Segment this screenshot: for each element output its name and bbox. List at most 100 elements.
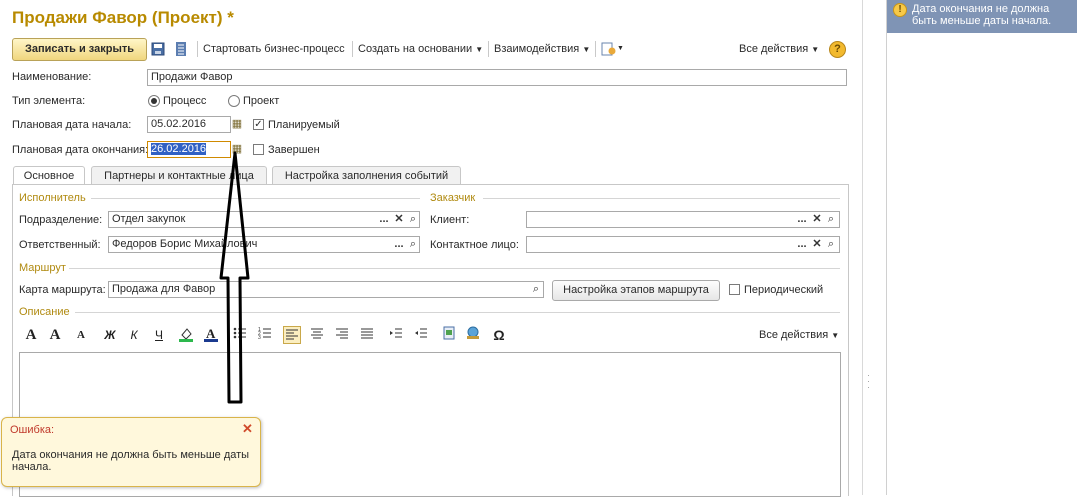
all-actions-label: Все действия <box>739 43 809 55</box>
search-icon[interactable]: ⌕ <box>824 237 838 252</box>
help-icon[interactable]: ? <box>829 41 846 58</box>
contact-label: Контактное лицо: <box>430 239 519 251</box>
indent-icon[interactable] <box>387 326 405 344</box>
clear-icon[interactable]: ✕ <box>392 212 406 227</box>
start-date-label: Плановая дата начала: <box>12 119 132 131</box>
client-label: Клиент: <box>430 214 470 226</box>
error-popup: Ошибка: ✕ Дата окончания не должна быть … <box>1 417 261 487</box>
create-based-label: Создать на основании <box>358 43 473 55</box>
toolbar-separator <box>488 41 489 57</box>
error-title: Ошибка: <box>10 424 55 436</box>
select-button[interactable]: ... <box>795 237 809 252</box>
radio-project-label: Проект <box>243 95 280 107</box>
font-decrease-icon[interactable]: A <box>72 326 90 344</box>
align-right-icon[interactable] <box>333 326 351 344</box>
editor-all-actions-label: Все действия <box>759 329 829 341</box>
chevron-down-icon: ▼ <box>475 45 484 54</box>
name-field[interactable]: Продажи Фавор <box>147 69 847 86</box>
end-date-label: Плановая дата окончания: <box>12 144 149 156</box>
pane-divider <box>862 0 863 495</box>
section-line <box>69 268 840 269</box>
periodic-label: Периодический <box>744 284 824 296</box>
search-icon[interactable]: ⌕ <box>406 212 420 227</box>
radio-project[interactable] <box>228 95 240 107</box>
route-stages-button[interactable]: Настройка этапов маршрута <box>552 280 720 301</box>
insert-link-icon[interactable] <box>464 326 482 344</box>
periodic-checkbox[interactable] <box>729 284 740 295</box>
start-process-button[interactable]: Стартовать бизнес-процесс <box>203 39 345 59</box>
search-icon[interactable]: ⌕ <box>406 237 420 252</box>
message-item[interactable]: ! Дата окончания не должна быть меньше д… <box>887 0 1077 33</box>
create-based-button[interactable]: Создать на основании ▼ <box>358 39 483 59</box>
end-date-value: 26.02.2016 <box>151 143 207 155</box>
select-button[interactable]: ... <box>377 212 391 227</box>
toolbar-separator <box>595 41 596 57</box>
calendar-icon[interactable]: ▦ <box>230 117 244 132</box>
save-and-close-button[interactable]: Записать и закрыть <box>12 38 147 61</box>
responsible-label: Ответственный: <box>19 239 101 251</box>
department-label: Подразделение: <box>19 214 103 226</box>
executor-section: Исполнитель <box>19 192 86 204</box>
message-text: Дата окончания не должна быть меньше дат… <box>912 3 1052 27</box>
italic-icon[interactable]: К <box>125 326 143 344</box>
tab-main[interactable]: Основное <box>13 166 85 186</box>
editor-all-actions-button[interactable]: Все действия ▼ <box>759 325 839 345</box>
radio-process-label: Процесс <box>163 95 207 107</box>
clear-icon[interactable]: ✕ <box>810 237 824 252</box>
route-field[interactable]: Продажа для Фавор <box>108 281 544 298</box>
align-center-icon[interactable] <box>308 326 326 344</box>
font-icon[interactable]: A <box>22 326 40 344</box>
chevron-down-icon: ▼ <box>582 45 591 54</box>
radio-process[interactable] <box>148 95 160 107</box>
special-char-icon[interactable]: Ω <box>490 326 508 344</box>
planned-checkbox[interactable]: ✓ <box>253 119 264 130</box>
search-icon[interactable]: ⌕ <box>529 282 543 297</box>
chevron-down-icon: ▼ <box>811 45 820 54</box>
chevron-down-icon: ▼ <box>831 331 840 340</box>
start-date-field[interactable]: 05.02.2016 <box>147 116 231 133</box>
select-button[interactable]: ... <box>392 237 406 252</box>
insert-image-icon[interactable] <box>440 326 458 344</box>
toolbar-separator <box>197 41 198 57</box>
planned-label: Планируемый <box>268 119 340 131</box>
interactions-button[interactable]: Взаимодействия ▼ <box>494 39 590 59</box>
form-title: Продажи Фавор (Проект) * <box>12 8 234 27</box>
client-field[interactable] <box>526 211 840 228</box>
clear-icon[interactable]: ✕ <box>810 212 824 227</box>
tab-events-settings[interactable]: Настройка заполнения событий <box>272 166 461 185</box>
chevron-down-icon: ▼ <box>617 45 624 52</box>
department-field[interactable]: Отдел закупок <box>108 211 420 228</box>
all-actions-button[interactable]: Все действия ▼ <box>739 39 819 59</box>
interactions-label: Взаимодействия <box>494 43 580 55</box>
type-label: Тип элемента: <box>12 95 86 107</box>
select-button[interactable]: ... <box>795 212 809 227</box>
list-icon[interactable] <box>176 39 190 59</box>
search-icon[interactable]: ⌕ <box>824 212 838 227</box>
splitter-handle[interactable]: · · · <box>867 371 875 392</box>
responsible-field[interactable]: Федоров Борис Михайлович <box>108 236 420 253</box>
align-left-icon[interactable] <box>283 326 301 344</box>
customer-section: Заказчик <box>430 192 476 204</box>
outdent-icon[interactable] <box>412 326 430 344</box>
done-label: Завершен <box>268 144 320 156</box>
section-line <box>483 198 840 199</box>
underline-icon[interactable]: Ч <box>150 326 168 344</box>
save-icon[interactable] <box>151 39 166 59</box>
section-line <box>75 312 840 313</box>
toolbar-separator <box>352 41 353 57</box>
bold-icon[interactable]: Ж <box>101 326 119 344</box>
fill-color-icon[interactable] <box>177 326 195 344</box>
font-increase-icon[interactable]: A <box>46 326 64 344</box>
close-icon[interactable]: ✕ <box>242 421 253 437</box>
warning-icon: ! <box>893 3 907 17</box>
report-icon <box>601 42 616 56</box>
contact-field[interactable] <box>526 236 840 253</box>
route-label: Карта маршрута: <box>19 284 106 296</box>
messages-pane <box>886 0 1077 495</box>
align-justify-icon[interactable] <box>358 326 376 344</box>
report-menu-button[interactable]: ▼ <box>601 39 627 59</box>
annotation-arrow <box>219 151 250 404</box>
name-label: Наименование: <box>12 71 92 83</box>
description-section: Описание <box>19 306 70 318</box>
error-text: Дата окончания не должна быть меньше дат… <box>12 449 250 473</box>
